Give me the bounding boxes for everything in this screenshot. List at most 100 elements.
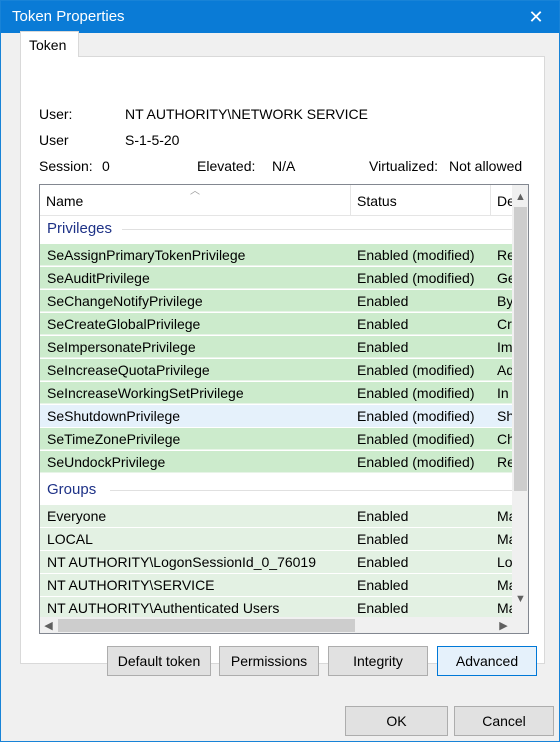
row-status: Enabled (modified) <box>357 247 475 263</box>
row-name: SeIncreaseQuotaPrivilege <box>47 362 210 378</box>
column-status-label: Status <box>357 193 397 209</box>
row-status: Enabled (modified) <box>357 362 475 378</box>
scroll-right-arrow-icon[interactable]: ▶ <box>495 617 512 633</box>
row-status: Enabled (modified) <box>357 454 475 470</box>
user-sid-label: User <box>39 132 69 148</box>
scroll-left-arrow-icon[interactable]: ◀ <box>40 617 57 633</box>
advanced-button[interactable]: Advanced <box>437 646 537 676</box>
row-status: Enabled <box>357 293 409 309</box>
user-label: User: <box>39 106 73 122</box>
horizontal-scrollbar[interactable]: ◀ ▶ <box>40 617 512 633</box>
ok-button[interactable]: OK <box>345 706 448 736</box>
sort-up-arrow-icon: ︿ <box>190 186 200 197</box>
table-row[interactable]: SeAuditPrivilege Enabled (modified) Ge <box>40 267 512 289</box>
elevated-value: N/A <box>272 158 296 174</box>
row-name: SeAssignPrimaryTokenPrivilege <box>47 247 246 263</box>
row-status: Enabled (modified) <box>357 385 475 401</box>
vertical-scroll-thumb[interactable] <box>514 207 527 491</box>
column-header-name[interactable]: Name ︿ <box>40 185 351 216</box>
column-header-status[interactable]: Status <box>351 185 491 216</box>
row-description: Re <box>497 247 512 263</box>
horizontal-scroll-thumb[interactable] <box>58 619 355 632</box>
list-rows: Privileges SeAssignPrimaryTokenPrivilege… <box>40 216 512 620</box>
row-description: Ch <box>497 431 512 447</box>
table-row[interactable]: SeUndockPrivilege Enabled (modified) Re <box>40 451 512 473</box>
row-description: Cr <box>497 316 512 332</box>
table-row[interactable]: NT AUTHORITY\LogonSessionId_0_76019 Enab… <box>40 551 512 573</box>
group-divider <box>110 490 512 491</box>
group-header-privileges: Privileges <box>40 216 512 242</box>
row-description: Lo <box>497 554 512 570</box>
row-status: Enabled (modified) <box>357 270 475 286</box>
row-status: Enabled <box>357 600 409 616</box>
row-name: SeCreateGlobalPrivilege <box>47 316 201 332</box>
session-value: 0 <box>102 158 110 174</box>
row-name: SeAuditPrivilege <box>47 270 150 286</box>
row-name: SeIncreaseWorkingSetPrivilege <box>47 385 244 401</box>
row-name: NT AUTHORITY\SERVICE <box>47 577 215 593</box>
virtualized-label: Virtualized: <box>369 158 439 174</box>
integrity-button[interactable]: Integrity <box>328 646 428 676</box>
row-description: By <box>497 293 512 309</box>
user-sid-value: S-1-5-20 <box>125 132 180 148</box>
table-row[interactable]: SeTimeZonePrivilege Enabled (modified) C… <box>40 428 512 450</box>
table-row[interactable]: SeCreateGlobalPrivilege Enabled Cr <box>40 313 512 335</box>
row-name: SeTimeZonePrivilege <box>47 431 181 447</box>
scroll-corner <box>512 617 528 633</box>
close-icon[interactable]: ✕ <box>513 1 559 33</box>
row-description: In <box>497 385 509 401</box>
row-name: Everyone <box>47 508 107 524</box>
row-description: Im <box>497 339 512 355</box>
scroll-up-arrow-icon[interactable]: ▲ <box>512 188 528 205</box>
table-row[interactable]: Everyone Enabled Ma <box>40 505 512 527</box>
user-value: NT AUTHORITY\NETWORK SERVICE <box>125 106 368 122</box>
table-row[interactable]: NT AUTHORITY\SERVICE Enabled Ma <box>40 574 512 596</box>
row-name: SeChangeNotifyPrivilege <box>47 293 203 309</box>
row-description: Re <box>497 454 512 470</box>
row-description: Ma <box>497 508 512 524</box>
permissions-button[interactable]: Permissions <box>219 646 319 676</box>
scroll-down-arrow-icon[interactable]: ▼ <box>512 590 528 607</box>
table-row[interactable]: SeAssignPrimaryTokenPrivilege Enabled (m… <box>40 244 512 266</box>
row-status: Enabled <box>357 316 409 332</box>
table-row[interactable]: SeIncreaseWorkingSetPrivilege Enabled (m… <box>40 382 512 404</box>
vertical-scrollbar[interactable]: ▲ ▼ <box>512 185 528 617</box>
table-row[interactable]: LOCAL Enabled Ma <box>40 528 512 550</box>
virtualized-value: Not allowed <box>449 158 523 174</box>
cancel-button[interactable]: Cancel <box>454 706 554 736</box>
row-name: LOCAL <box>47 531 93 547</box>
row-status: Enabled <box>357 531 409 547</box>
row-description: Ma <box>497 600 512 616</box>
group-header-groups: Groups <box>40 477 512 503</box>
group-divider <box>122 229 512 230</box>
row-status: Enabled <box>357 554 409 570</box>
list-header: Name ︿ Status De <box>40 185 528 216</box>
table-row[interactable]: SeChangeNotifyPrivilege Enabled By <box>40 290 512 312</box>
tab-token[interactable]: Token <box>20 31 79 57</box>
group-privileges-label: Privileges <box>47 220 117 237</box>
table-row[interactable]: NT AUTHORITY\Authenticated Users Enabled… <box>40 597 512 619</box>
token-properties-window: Token Properties ✕ Token User: NT AUTHOR… <box>0 0 560 742</box>
row-description: Ma <box>497 531 512 547</box>
table-row[interactable]: SeIncreaseQuotaPrivilege Enabled (modifi… <box>40 359 512 381</box>
row-description: Ma <box>497 577 512 593</box>
group-groups-label: Groups <box>47 481 101 498</box>
row-name: NT AUTHORITY\Authenticated Users <box>47 600 280 616</box>
table-row-selected[interactable]: SeShutdownPrivilege Enabled (modified) S… <box>40 405 512 427</box>
default-token-button[interactable]: Default token <box>107 646 211 676</box>
title-bar: Token Properties ✕ <box>1 1 559 33</box>
row-name: NT AUTHORITY\LogonSessionId_0_76019 <box>47 554 317 570</box>
row-status: Enabled <box>357 577 409 593</box>
session-label: Session: <box>39 158 93 174</box>
privileges-groups-listview[interactable]: Name ︿ Status De Privileges SeAssignPrim… <box>39 184 529 634</box>
row-description: Ad <box>497 362 512 378</box>
row-description: Ge <box>497 270 512 286</box>
window-title: Token Properties <box>12 8 125 25</box>
row-status: Enabled (modified) <box>357 408 475 424</box>
row-status: Enabled (modified) <box>357 431 475 447</box>
row-status: Enabled <box>357 508 409 524</box>
row-name: SeShutdownPrivilege <box>47 408 181 424</box>
elevated-label: Elevated: <box>197 158 256 174</box>
row-name: SeImpersonatePrivilege <box>47 339 196 355</box>
table-row[interactable]: SeImpersonatePrivilege Enabled Im <box>40 336 512 358</box>
